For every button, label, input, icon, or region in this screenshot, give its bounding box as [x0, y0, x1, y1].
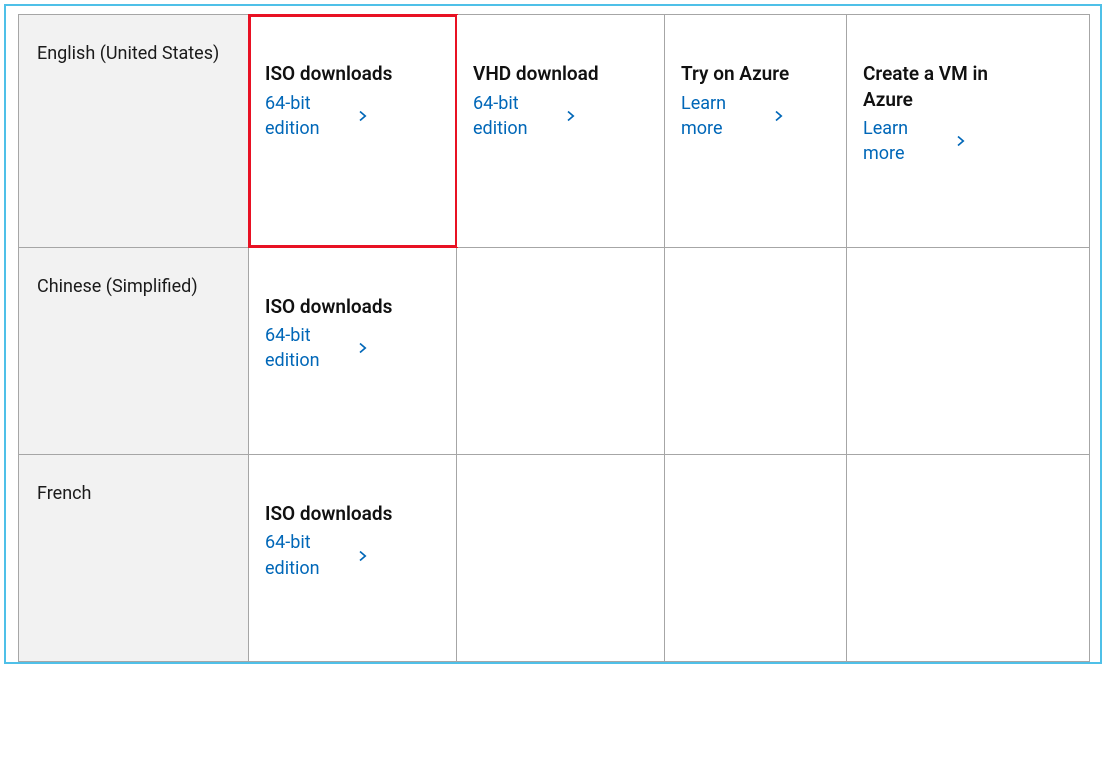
- download-link-64bit[interactable]: 64-bit edition: [265, 91, 440, 141]
- option-title: ISO downloads: [265, 61, 395, 87]
- download-link-64bit[interactable]: 64-bit edition: [265, 323, 440, 373]
- chevron-right-icon: [357, 110, 369, 122]
- learn-more-link[interactable]: Learn more: [863, 116, 1073, 166]
- cell-empty: [665, 454, 847, 661]
- download-link-64bit[interactable]: 64-bit edition: [473, 91, 648, 141]
- option-title: Try on Azure: [681, 61, 811, 87]
- language-cell: English (United States): [19, 15, 249, 248]
- link-label: Learn more: [681, 91, 761, 141]
- cell-empty: [847, 247, 1090, 454]
- option-title: Create a VM in Azure: [863, 61, 993, 112]
- link-label: 64-bit edition: [265, 91, 345, 141]
- cell-empty: [457, 247, 665, 454]
- language-name: French: [37, 483, 91, 504]
- table-row: Chinese (Simplified) ISO downloads 64-bi…: [19, 247, 1090, 454]
- cell-iso: ISO downloads 64-bit edition: [249, 15, 457, 248]
- chevron-right-icon: [773, 110, 785, 122]
- downloads-table: English (United States) ISO downloads 64…: [18, 14, 1090, 662]
- downloads-table-container: English (United States) ISO downloads 64…: [4, 4, 1102, 664]
- cell-iso: ISO downloads 64-bit edition: [249, 454, 457, 661]
- option-title: VHD download: [473, 61, 603, 87]
- language-name: Chinese (Simplified): [37, 276, 198, 297]
- cell-empty: [665, 247, 847, 454]
- cell-empty: [847, 454, 1090, 661]
- chevron-right-icon: [955, 135, 967, 147]
- option-title: ISO downloads: [265, 294, 395, 320]
- option-title: ISO downloads: [265, 501, 395, 527]
- chevron-right-icon: [357, 550, 369, 562]
- cell-try-azure: Try on Azure Learn more: [665, 15, 847, 248]
- language-cell: French: [19, 454, 249, 661]
- link-label: Learn more: [863, 116, 943, 166]
- download-link-64bit[interactable]: 64-bit edition: [265, 530, 440, 580]
- cell-vhd: VHD download 64-bit edition: [457, 15, 665, 248]
- link-label: 64-bit edition: [473, 91, 553, 141]
- link-label: 64-bit edition: [265, 323, 345, 373]
- table-row: French ISO downloads 64-bit edition: [19, 454, 1090, 661]
- chevron-right-icon: [357, 342, 369, 354]
- language-cell: Chinese (Simplified): [19, 247, 249, 454]
- chevron-right-icon: [565, 110, 577, 122]
- language-name: English (United States): [37, 43, 219, 64]
- cell-create-vm: Create a VM in Azure Learn more: [847, 15, 1090, 248]
- cell-empty: [457, 454, 665, 661]
- link-label: 64-bit edition: [265, 530, 345, 580]
- learn-more-link[interactable]: Learn more: [681, 91, 830, 141]
- table-row: English (United States) ISO downloads 64…: [19, 15, 1090, 248]
- cell-iso: ISO downloads 64-bit edition: [249, 247, 457, 454]
